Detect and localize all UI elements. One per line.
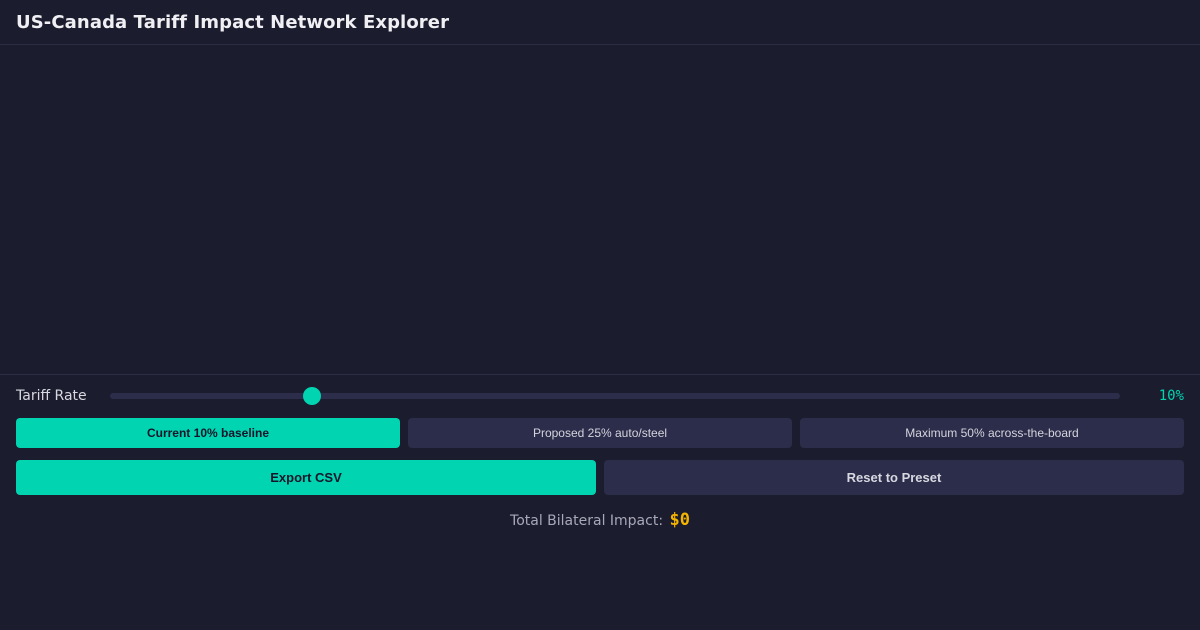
total-impact-value: $0: [669, 510, 690, 530]
tariff-rate-value: 10%: [1158, 388, 1184, 404]
tariff-rate-label: Tariff Rate: [16, 388, 87, 404]
total-impact-label: Total Bilateral Impact:: [510, 513, 664, 529]
preset-current-baseline-button[interactable]: Current 10% baseline: [16, 418, 400, 448]
tariff-rate-slider[interactable]: [110, 387, 1120, 405]
tariff-rate-control: Tariff Rate 10%: [0, 375, 1200, 417]
action-button-group: Export CSV Reset to Preset: [0, 460, 1200, 495]
preset-maximum-across-board-button[interactable]: Maximum 50% across-the-board: [800, 418, 1184, 448]
app-header: US-Canada Tariff Impact Network Explorer: [0, 0, 1200, 45]
preset-proposed-auto-steel-button[interactable]: Proposed 25% auto/steel: [408, 418, 792, 448]
app-title: US-Canada Tariff Impact Network Explorer: [16, 11, 450, 33]
reset-to-preset-button[interactable]: Reset to Preset: [604, 460, 1184, 495]
network-graph-area[interactable]: [0, 45, 1200, 375]
preset-button-group: Current 10% baseline Proposed 25% auto/s…: [0, 418, 1200, 448]
export-csv-button[interactable]: Export CSV: [16, 460, 596, 495]
tariff-rate-slider-thumb[interactable]: [303, 387, 321, 405]
total-impact-summary: Total Bilateral Impact: $0: [0, 510, 1200, 530]
